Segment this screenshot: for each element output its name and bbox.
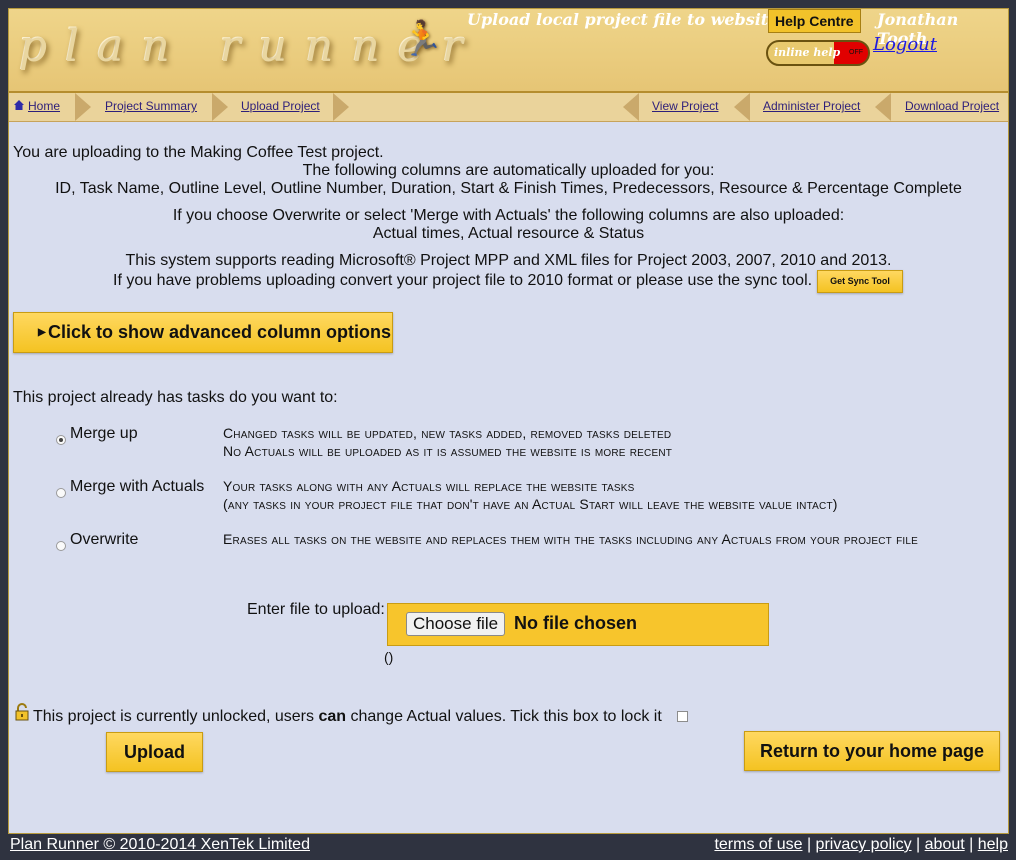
breadcrumb-nav: Home Project Summary Upload Project View…: [9, 93, 1008, 122]
nav-separator-icon: [875, 93, 891, 121]
help-link[interactable]: help: [978, 836, 1008, 853]
nav-project-summary[interactable]: Project Summary: [105, 99, 197, 113]
get-sync-tool-button[interactable]: Get Sync Tool: [817, 270, 903, 293]
merge-up-description-note: No Actuals will be uploaded as it is ass…: [223, 443, 673, 459]
merge-up-description: Changed tasks will be updated, new tasks…: [223, 425, 672, 441]
advanced-options-button[interactable]: ▶ Click to show advanced column options: [13, 312, 393, 353]
merge-up-label: Merge up: [70, 425, 138, 442]
privacy-policy-link[interactable]: privacy policy: [816, 836, 912, 853]
footer-separator: |: [806, 836, 812, 853]
overwrite-description: Erases all tasks on the website and repl…: [223, 531, 918, 547]
return-home-button[interactable]: Return to your home page: [744, 731, 1000, 771]
nav-separator-icon: [333, 93, 349, 121]
nav-home[interactable]: Home: [28, 99, 60, 113]
nav-separator-icon: [212, 93, 228, 121]
inline-help-state: OFF: [849, 49, 863, 56]
merge-up-radio[interactable]: [56, 435, 66, 445]
terms-of-use-link[interactable]: terms of use: [714, 836, 802, 853]
footer-links: terms of use | privacy policy | about | …: [714, 836, 1008, 854]
help-centre-button[interactable]: Help Centre: [768, 9, 861, 33]
file-upload-label: Enter file to upload:: [247, 601, 385, 618]
choose-file-button[interactable]: Choose file: [406, 612, 506, 636]
nav-administer-project[interactable]: Administer Project: [763, 99, 860, 113]
triangle-right-icon: ▶: [38, 327, 46, 338]
merge-with-actuals-description-note: (any tasks in your project file that don…: [223, 496, 838, 512]
inline-help-toggle[interactable]: inline help OFF: [766, 40, 870, 66]
logout-link[interactable]: Logout: [873, 34, 937, 55]
upload-target-text: You are uploading to the Making Coffee T…: [13, 144, 384, 161]
nav-download-project[interactable]: Download Project: [905, 99, 999, 113]
file-input[interactable]: Choose file No file chosen: [387, 603, 769, 646]
about-link[interactable]: about: [925, 836, 965, 853]
existing-tasks-question: This project already has tasks do you wa…: [13, 389, 338, 406]
header: plan runner 🏃 Upload local project file …: [9, 9, 1008, 93]
supported-formats-text: This system supports reading Microsoft® …: [125, 252, 892, 269]
nav-separator-icon: [75, 93, 91, 121]
footer-separator: |: [916, 836, 921, 853]
sync-tool-hint: If you have problems uploading convert y…: [113, 272, 813, 289]
file-info-parens: (): [384, 649, 394, 665]
copyright-link[interactable]: Plan Runner © 2010-2014 XenTek Limited: [10, 836, 310, 854]
advanced-options-label: Click to show advanced column options: [48, 322, 392, 342]
nav-separator-icon: [623, 93, 639, 121]
merge-with-actuals-description: Your tasks along with any Actuals will r…: [223, 478, 635, 494]
lock-status-post: change Actual values. Tick this box to l…: [350, 708, 662, 725]
padlock-open-icon: [14, 703, 30, 721]
no-file-chosen-text: No file chosen: [514, 613, 638, 633]
lock-status-pre: This project is currently unlocked, user…: [33, 708, 314, 725]
main-content: You are uploading to the Making Coffee T…: [9, 122, 1008, 833]
nav-separator-icon: [734, 93, 750, 121]
home-icon: [13, 98, 25, 110]
nav-upload-project[interactable]: Upload Project: [241, 99, 320, 113]
overwrite-columns: Actual times, Actual resource & Status: [372, 225, 645, 242]
nav-view-project[interactable]: View Project: [652, 99, 718, 113]
overwrite-label: Overwrite: [70, 531, 139, 548]
page-title: Upload local project file to website: [467, 10, 779, 29]
merge-with-actuals-label: Merge with Actuals: [70, 478, 205, 495]
merge-with-actuals-radio[interactable]: [56, 488, 66, 498]
upload-button[interactable]: Upload: [106, 732, 203, 772]
lock-checkbox[interactable]: [677, 711, 688, 722]
auto-columns-heading: The following columns are automatically …: [302, 162, 715, 179]
overwrite-radio[interactable]: [56, 541, 66, 551]
lock-status-text: This project is currently unlocked, user…: [33, 708, 662, 726]
lock-status-bold: can: [318, 708, 347, 725]
app-frame: plan runner 🏃 Upload local project file …: [8, 8, 1009, 834]
auto-columns-list: ID, Task Name, Outline Level, Outline Nu…: [55, 180, 962, 197]
footer-separator: |: [969, 836, 974, 853]
footer: Plan Runner © 2010-2014 XenTek Limited t…: [0, 834, 1016, 860]
inline-help-label: inline help: [774, 46, 841, 59]
runner-icon: 🏃: [401, 20, 444, 58]
overwrite-heading: If you choose Overwrite or select 'Merge…: [172, 207, 845, 224]
